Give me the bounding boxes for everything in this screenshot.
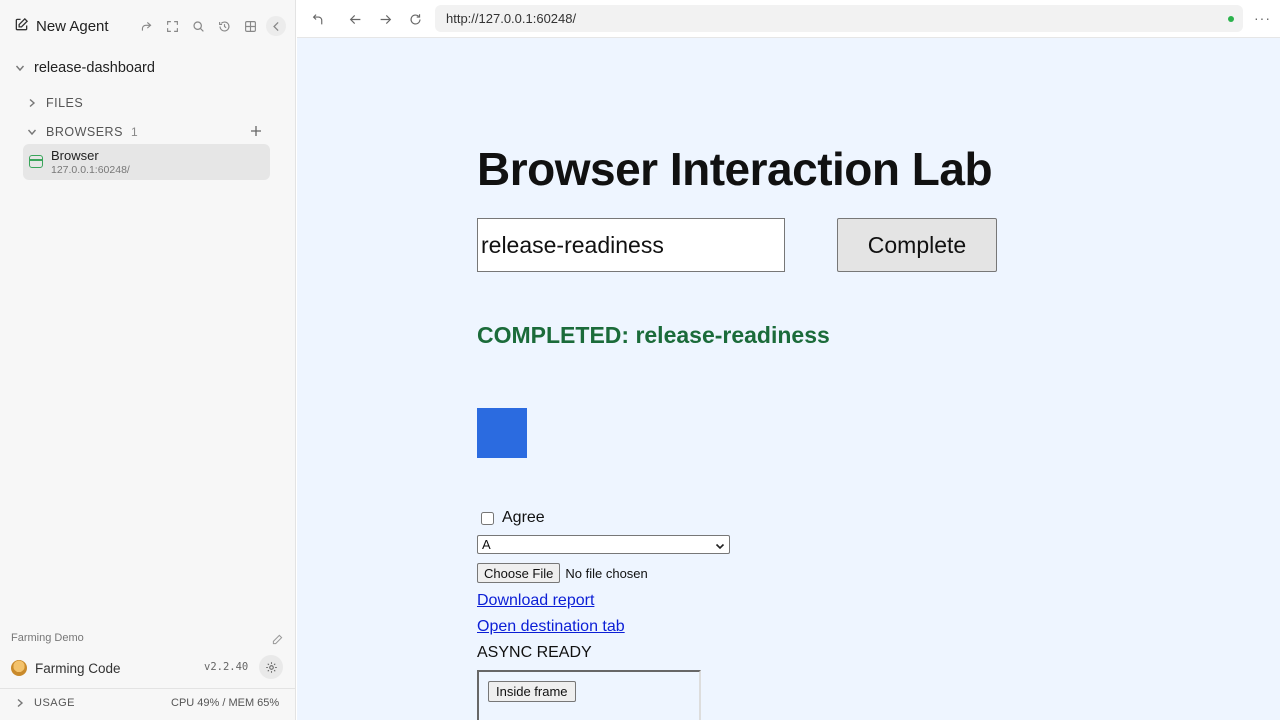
- inside-frame-button[interactable]: Inside frame: [488, 681, 576, 702]
- chevron-down-icon: [26, 126, 38, 138]
- browsers-count: 1: [130, 125, 138, 139]
- blue-square[interactable]: [477, 408, 527, 458]
- more-options-icon[interactable]: ···: [1254, 10, 1271, 26]
- sidebar-header: New Agent: [0, 0, 296, 52]
- address-bar[interactable]: http://127.0.0.1:60248/: [435, 5, 1243, 32]
- collapse-sidebar-icon[interactable]: [266, 16, 286, 36]
- version-label: v2.2.40: [204, 661, 249, 673]
- usage-label: USAGE: [34, 697, 76, 709]
- chevron-down-icon: [14, 62, 26, 74]
- browser-item-name: Browser: [51, 148, 99, 163]
- edit-icon[interactable]: [272, 632, 284, 645]
- avatar: [11, 660, 27, 676]
- files-label: FILES: [46, 96, 84, 110]
- async-status: ASYNC READY: [477, 644, 592, 661]
- status-message: COMPLETED: release-readiness: [477, 322, 830, 348]
- reload-icon[interactable]: [407, 11, 423, 27]
- chevron-right-icon: [14, 697, 26, 709]
- download-report-link[interactable]: Download report: [477, 592, 594, 610]
- connection-status-dot: [1228, 16, 1234, 22]
- account[interactable]: Farming Code: [11, 660, 121, 676]
- sidebar: New Agent release-dashboard FILES BROWSE…: [0, 0, 296, 720]
- option-select[interactable]: A: [477, 535, 730, 554]
- workspace-label: Farming Demo: [11, 632, 84, 644]
- address-bar-url: http://127.0.0.1:60248/: [446, 11, 577, 26]
- file-input: Choose File No file chosen: [477, 563, 648, 583]
- complete-button[interactable]: Complete: [837, 218, 997, 272]
- task-input[interactable]: [477, 218, 785, 272]
- history-icon[interactable]: [214, 16, 234, 36]
- chevron-down-icon: [715, 539, 725, 550]
- open-destination-tab-link[interactable]: Open destination tab: [477, 618, 625, 636]
- grid-icon[interactable]: [240, 16, 260, 36]
- compose-icon: [14, 17, 29, 36]
- expand-icon[interactable]: [162, 16, 182, 36]
- sidebar-item-browser[interactable]: Browser 127.0.0.1:60248/: [23, 144, 270, 180]
- divider: [0, 688, 296, 689]
- agree-checkbox-row[interactable]: Agree: [481, 509, 545, 527]
- new-agent-button[interactable]: New Agent: [14, 17, 109, 36]
- browsers-label: BROWSERS: [46, 125, 123, 139]
- return-icon[interactable]: [310, 11, 326, 27]
- usage-toggle[interactable]: USAGE: [14, 697, 75, 709]
- add-browser-icon[interactable]: [248, 123, 264, 139]
- web-page: Browser Interaction Lab Complete COMPLET…: [297, 38, 1280, 720]
- choose-file-button[interactable]: Choose File: [477, 563, 561, 583]
- browser-window-icon: [29, 155, 43, 168]
- back-icon[interactable]: [347, 11, 363, 27]
- page-title: Browser Interaction Lab: [477, 143, 993, 195]
- agree-checkbox[interactable]: [481, 511, 494, 525]
- new-agent-label: New Agent: [36, 18, 109, 35]
- search-icon[interactable]: [188, 16, 208, 36]
- chevron-right-icon: [26, 97, 38, 109]
- project-item[interactable]: release-dashboard: [14, 60, 155, 76]
- select-value: A: [482, 537, 491, 552]
- account-name: Farming Code: [35, 660, 121, 676]
- browser-toolbar: http://127.0.0.1:60248/ ···: [297, 0, 1280, 38]
- project-name: release-dashboard: [34, 60, 155, 76]
- agree-label: Agree: [502, 509, 545, 526]
- files-section[interactable]: FILES: [26, 96, 83, 110]
- settings-button[interactable]: [259, 655, 283, 679]
- browser-item-url: 127.0.0.1:60248/: [51, 164, 130, 176]
- file-status: No file chosen: [565, 565, 648, 581]
- usage-stats: CPU 49% / MEM 65%: [171, 697, 280, 709]
- share-icon[interactable]: [136, 16, 156, 36]
- browsers-section[interactable]: BROWSERS 1: [26, 125, 138, 139]
- forward-icon[interactable]: [377, 11, 393, 27]
- embedded-frame: Inside frame: [477, 670, 701, 720]
- gear-icon: [265, 661, 278, 674]
